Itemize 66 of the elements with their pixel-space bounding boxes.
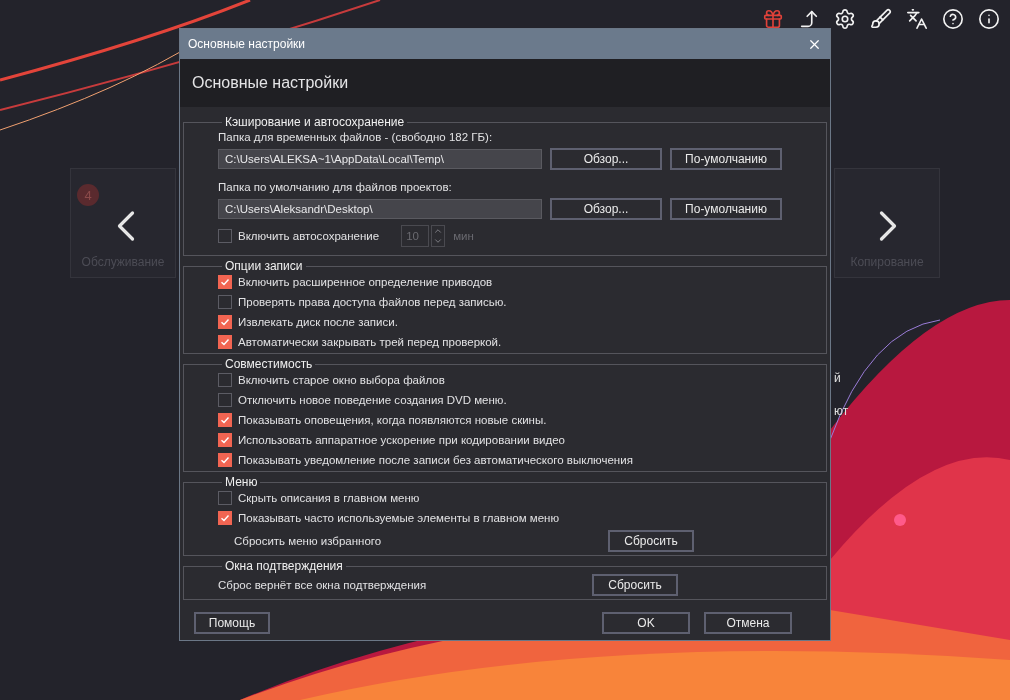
reset-label: Сбросить меню избранного (233, 535, 383, 547)
window-title: Основные настройки (188, 37, 306, 51)
checkbox-box[interactable] (218, 335, 232, 349)
checkbox-label: Показывать часто используемые элементы в главном меню (238, 512, 560, 524)
checkbox-label: Включить старое окно выбора файлов (238, 374, 445, 386)
checkbox-box[interactable] (218, 413, 232, 427)
group-legend: Совместимость (222, 357, 316, 371)
translate-icon[interactable] (904, 6, 930, 32)
checkbox-label: Отключить новое поведение создания DVD меню. (238, 394, 507, 406)
cancel-button[interactable]: Отмена (704, 612, 792, 634)
checkbox-label: Проверять права доступа файлов перед записью. (238, 296, 507, 308)
spinner-arrows-icon[interactable] (431, 225, 446, 247)
checkbox[interactable]: Показывать оповещения, когда появляются новые скины. (218, 413, 547, 427)
reset-button[interactable]: Сбросить (592, 574, 678, 596)
ok-button[interactable]: OK (602, 612, 690, 634)
checkbox-box[interactable] (218, 295, 232, 309)
checkbox[interactable]: Автоматически закрывать трей перед проверкой. (218, 335, 502, 349)
checkbox[interactable]: Проверять права доступа файлов перед записью. (218, 295, 507, 309)
field-label: Папка по умолчанию для файлов проектов: (218, 181, 452, 193)
info-icon[interactable] (976, 6, 1002, 32)
checkbox-label: Включить автосохранение (238, 230, 380, 242)
reset-label: Сброс вернёт все окна подтверждения (218, 579, 428, 591)
checkbox-box[interactable] (218, 315, 232, 329)
checkbox-label: Извлекать диск после записи. (238, 316, 398, 328)
checkbox-box[interactable] (218, 373, 232, 387)
checkbox[interactable]: Показывать уведомление после записи без автоматического выключения (218, 453, 633, 467)
check-icon (220, 277, 230, 287)
checkbox[interactable]: Отключить новое поведение создания DVD меню. (218, 393, 507, 407)
group-legend: Окна подтверждения (222, 559, 346, 573)
group-legend: Кэширование и автосохранение (222, 115, 408, 129)
checkbox-box[interactable] (218, 491, 232, 505)
path-field[interactable]: C:\Users\Aleksandr\Desktop\ (218, 199, 542, 219)
checkbox-box[interactable] (218, 433, 232, 447)
checkbox-label: Скрыть описания в главном меню (238, 492, 420, 504)
check-icon (220, 513, 230, 523)
path-field[interactable]: C:\Users\ALEKSA~1\AppData\Local\Temp\ (218, 149, 542, 169)
checkbox-label: Показывать уведомление после записи без автоматического выключения (238, 454, 633, 466)
checkbox[interactable]: Включить старое окно выбора файлов (218, 373, 445, 387)
checkbox-label: Автоматически закрывать трей перед проверкой. (238, 336, 502, 348)
checkbox[interactable]: Включить расширенное определение приводов (218, 275, 493, 289)
default-button[interactable]: По-умолчанию (670, 198, 782, 220)
default-button[interactable]: По-умолчанию (670, 148, 782, 170)
help-button[interactable]: Помощь (194, 612, 270, 634)
checkbox[interactable]: Извлекать диск после записи. (218, 315, 398, 329)
checkbox[interactable]: Скрыть описания в главном меню (218, 491, 420, 505)
text-fragment: й (834, 371, 841, 385)
help-icon[interactable] (940, 6, 966, 32)
checkbox-box[interactable] (218, 393, 232, 407)
checkbox[interactable]: Включить автосохранение (218, 229, 380, 243)
group-legend: Меню (222, 475, 261, 489)
group-legend: Опции записи (222, 259, 306, 273)
browse-button[interactable]: Обзор... (550, 148, 662, 170)
checkbox-label: Использовать аппаратное ускорение при кодировании видео (238, 434, 565, 446)
reset-button[interactable]: Сбросить (608, 530, 694, 552)
checkbox-box[interactable] (218, 511, 232, 525)
checkbox-label: Показывать оповещения, когда появляются новые скины. (238, 414, 547, 426)
dialog-heading: Основные настройки (192, 74, 349, 92)
checkbox-box[interactable] (218, 275, 232, 289)
browse-button[interactable]: Обзор... (550, 198, 662, 220)
checkbox-box[interactable] (218, 229, 232, 243)
checkbox[interactable]: Показывать часто используемые элементы в главном меню (218, 511, 560, 525)
field-label: Папка для временных файлов - (свободно 182 ГБ): (218, 131, 493, 143)
checkbox-label: Включить расширенное определение приводов (238, 276, 493, 288)
unit-label: мин (453, 230, 474, 242)
checkbox-box[interactable] (218, 453, 232, 467)
checkbox[interactable]: Использовать аппаратное ускорение при кодировании видео (218, 433, 565, 447)
